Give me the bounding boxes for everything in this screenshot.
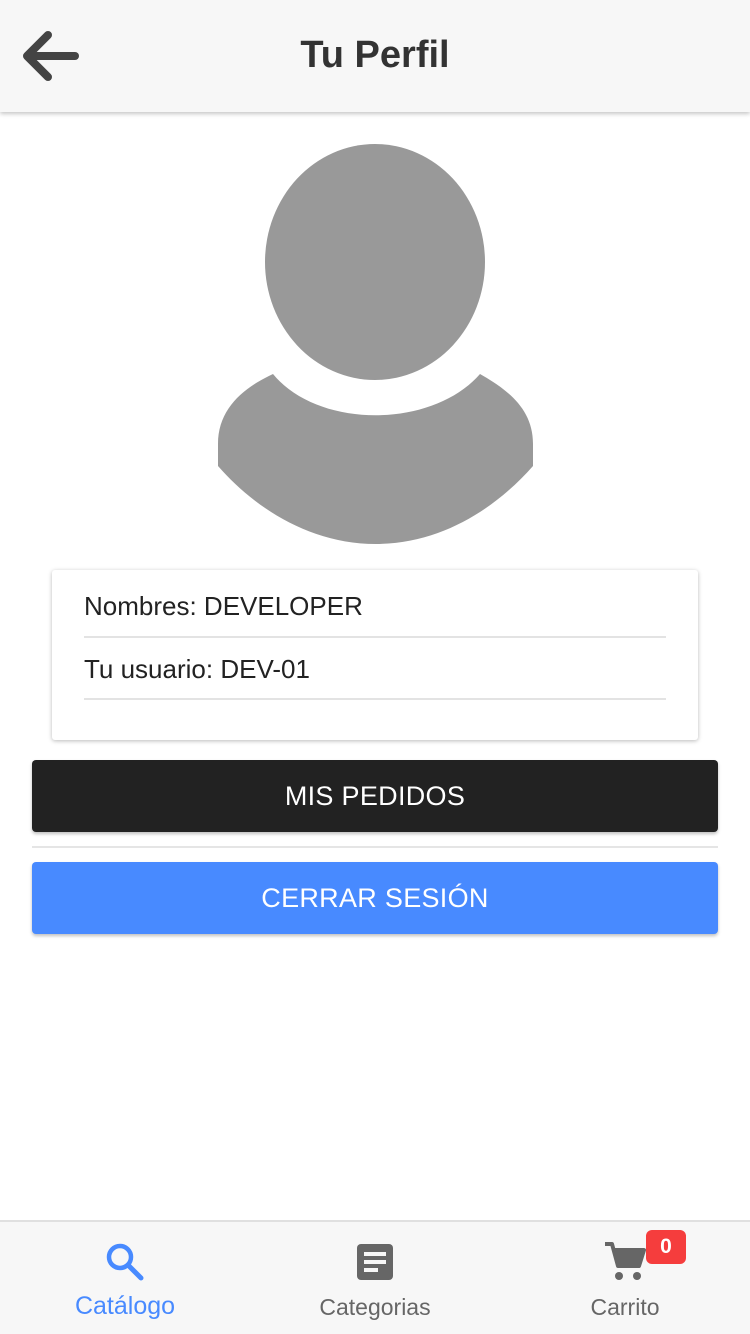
my-orders-button[interactable]: MIS PEDIDOS — [32, 760, 718, 832]
person-silhouette-icon — [218, 144, 533, 544]
app-header: Tu Perfil — [0, 0, 750, 112]
profile-info-card: Nombres: DEVELOPER Tu usuario: DEV-01 — [52, 570, 698, 740]
profile-name: Nombres: DEVELOPER — [84, 576, 666, 638]
tab-label: Carrito — [590, 1294, 660, 1320]
logout-button[interactable]: CERRAR SESIÓN — [32, 862, 718, 934]
search-icon — [103, 1240, 147, 1284]
document-list-icon — [353, 1240, 397, 1284]
avatar — [218, 144, 534, 544]
profile-username: Tu usuario: DEV-01 — [84, 638, 666, 700]
cart-count-badge: 0 — [646, 1230, 686, 1264]
page-title: Tu Perfil — [300, 34, 450, 76]
tab-catalogo[interactable]: Catálogo — [0, 1222, 250, 1334]
bottom-tab-bar: Catálogo Categorias 0 Carrito — [0, 1220, 750, 1334]
tab-categorias[interactable]: Categorias — [250, 1222, 500, 1334]
tab-label: Categorias — [319, 1294, 431, 1320]
tab-carrito[interactable]: 0 Carrito — [500, 1222, 750, 1334]
tab-label: Catálogo — [74, 1292, 176, 1320]
divider — [32, 846, 718, 848]
cart-icon — [603, 1240, 647, 1284]
